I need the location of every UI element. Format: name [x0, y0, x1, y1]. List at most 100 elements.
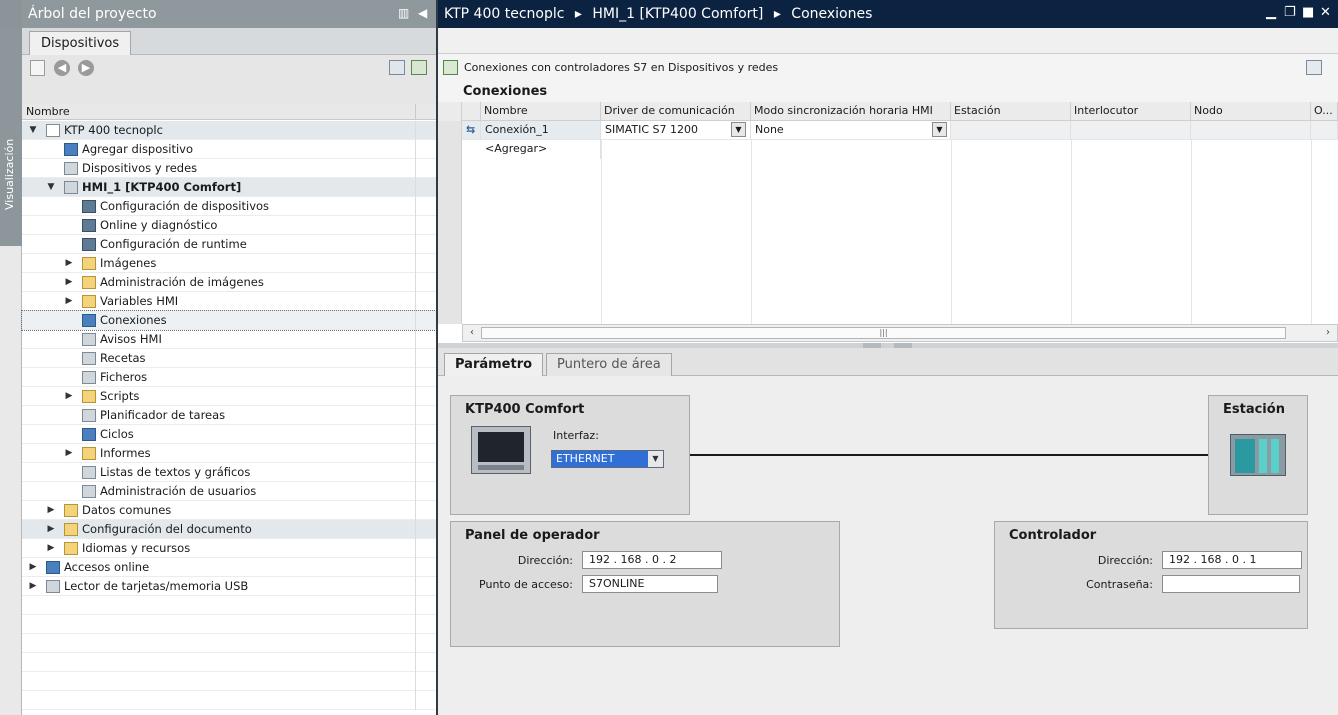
collapse-triangle-icon[interactable]: ▶ [46, 539, 56, 557]
tree-item[interactable]: ▶ Lector de tarjetas/memoria USB [22, 577, 436, 596]
expand-triangle-icon[interactable]: ▼ [46, 178, 56, 196]
restore-icon[interactable]: ❐ [1284, 5, 1296, 20]
tree-item[interactable]: ▶ Scripts [22, 387, 436, 406]
tree-item[interactable]: ▶ Informes [22, 444, 436, 463]
tree-item[interactable]: Configuración de dispositivos [22, 197, 436, 216]
operator-address-label: Dirección: [517, 554, 573, 567]
tree-item[interactable]: Ficheros [22, 368, 436, 387]
connection-icon: ⇆ [462, 121, 481, 140]
tree-item[interactable]: ▶ Variables HMI [22, 292, 436, 311]
collapse-triangle-icon[interactable]: ▶ [64, 444, 74, 462]
expand-triangle-icon[interactable]: ▼ [28, 121, 38, 139]
folder-icon [82, 257, 96, 270]
tree-item[interactable]: Administración de usuarios [22, 482, 436, 501]
scroll-thumb[interactable]: ||| [481, 327, 1286, 339]
export-icon[interactable] [411, 60, 427, 75]
collapse-triangle-icon[interactable]: ▶ [28, 558, 38, 576]
table-view-icon[interactable] [389, 60, 405, 75]
close-icon[interactable]: ✕ [1320, 5, 1331, 20]
scroll-left-icon[interactable]: ‹ [464, 326, 480, 340]
col-driver[interactable]: Driver de comunicación [601, 102, 751, 121]
col-nombre[interactable]: Nombre [481, 102, 601, 121]
collapse-triangle-icon[interactable]: ▶ [46, 520, 56, 538]
row-conexion-1-nombre[interactable]: Conexión_1 [481, 121, 601, 140]
password-input[interactable] [1162, 575, 1300, 593]
collapse-triangle-icon[interactable]: ▶ [28, 577, 38, 595]
add-device-icon [64, 143, 78, 156]
tree-item[interactable]: Recetas [22, 349, 436, 368]
modo-dropdown-icon[interactable]: ▼ [932, 122, 947, 137]
breadcrumb-hmi[interactable]: HMI_1 [KTP400 Comfort] [592, 6, 763, 22]
driver-value: SIMATIC S7 1200 [605, 123, 699, 136]
col-other[interactable]: O... [1311, 102, 1338, 121]
tree-item-label: Idiomas y recursos [82, 541, 191, 555]
hmi-device-title: KTP400 Comfort [465, 402, 585, 417]
maximize-icon[interactable]: ■ [1302, 5, 1314, 20]
section-title: Conexiones [463, 84, 548, 99]
tree-item[interactable]: Online y diagnóstico [22, 216, 436, 235]
tree-item[interactable]: Conexiones [21, 310, 437, 331]
tree-item[interactable]: ▶ Idiomas y recursos [22, 539, 436, 558]
back-icon[interactable]: ◀ [54, 60, 70, 76]
new-item-icon[interactable] [30, 60, 45, 76]
tree-item[interactable]: Ciclos [22, 425, 436, 444]
tree-item[interactable]: Dispositivos y redes [22, 159, 436, 178]
panel-options-icon[interactable] [1306, 60, 1322, 75]
tree-item[interactable]: ▶ Datos comunes [22, 501, 436, 520]
toolbar-description: Conexiones con controladores S7 en Dispo… [464, 61, 779, 74]
tree-item[interactable]: ▶ Administración de imágenes [22, 273, 436, 292]
tree-item[interactable]: ▼ KTP 400 tecnoplc [22, 121, 436, 140]
collapse-triangle-icon[interactable]: ▶ [64, 292, 74, 310]
breadcrumb-project[interactable]: KTP 400 tecnoplc [444, 6, 564, 22]
side-tab-visualizacion[interactable]: Visualización [0, 28, 22, 246]
tree-item[interactable]: ▼ HMI_1 [KTP400 Comfort] [22, 178, 436, 197]
interface-select[interactable]: ETHERNET ▼ [551, 450, 664, 468]
driver-dropdown-icon[interactable]: ▼ [731, 122, 746, 137]
access-point-input[interactable]: S7ONLINE [582, 575, 718, 593]
tree-item[interactable]: Avisos HMI [22, 330, 436, 349]
tree-item[interactable]: Listas de textos y gráficos [22, 463, 436, 482]
tree-item-label: Imágenes [100, 256, 157, 270]
collapse-triangle-icon[interactable]: ▶ [46, 501, 56, 519]
operator-panel-box: Panel de operador Dirección: 192 . 168 .… [450, 521, 840, 647]
tree-item[interactable]: Planificador de tareas [22, 406, 436, 425]
collapse-triangle-icon[interactable]: ▶ [64, 387, 74, 405]
tree-item[interactable]: ▶ Configuración del documento [22, 520, 436, 539]
tree-item[interactable]: ▶ Imágenes [22, 254, 436, 273]
col-interlocutor[interactable]: Interlocutor [1071, 102, 1191, 121]
breadcrumb-conexiones[interactable]: Conexiones [791, 6, 872, 22]
tab-puntero-de-area[interactable]: Puntero de área [546, 353, 672, 376]
tab-parametro[interactable]: Parámetro [444, 353, 544, 376]
row-conexion-1-driver[interactable]: SIMATIC S7 1200 ▼ [601, 121, 751, 140]
scroll-right-icon[interactable]: › [1320, 326, 1336, 340]
row-conexion-1-modo[interactable]: None ▼ [751, 121, 951, 140]
col-estacion[interactable]: Estación [951, 102, 1071, 121]
forward-icon[interactable]: ▶ [78, 60, 94, 76]
tree-item-label: Listas de textos y gráficos [100, 465, 251, 479]
folder-icon [82, 276, 96, 289]
collapse-triangle-icon[interactable]: ▶ [64, 254, 74, 272]
operator-address-input[interactable]: 192 . 168 . 0 . 2 [582, 551, 722, 569]
col-nodo[interactable]: Nodo [1191, 102, 1311, 121]
collapse-panel-icon[interactable]: ◀ [418, 6, 427, 20]
tree-item-label: Scripts [100, 389, 140, 403]
tree-item[interactable]: Configuración de runtime [22, 235, 436, 254]
tree-item[interactable]: ▶ Accesos online [22, 558, 436, 577]
devices-networks-icon[interactable] [443, 60, 458, 75]
tree-item[interactable]: Agregar dispositivo [22, 140, 436, 159]
add-connection-row[interactable]: <Agregar> [481, 140, 601, 159]
col-modo-sincronizacion[interactable]: Modo sincronización horaria HMI [751, 102, 951, 121]
device-config-icon [82, 200, 96, 213]
tab-dispositivos[interactable]: Dispositivos [29, 31, 132, 56]
station-title: Estación [1223, 402, 1285, 417]
project-tree-subbar [22, 82, 436, 104]
runtime-icon [82, 238, 96, 251]
split-view-icon[interactable]: ▥ [398, 6, 409, 20]
controller-address-input[interactable]: 192 . 168 . 0 . 1 [1162, 551, 1302, 569]
horizontal-scrollbar[interactable]: ‹ ||| › [462, 324, 1338, 342]
interface-dropdown-icon[interactable]: ▼ [648, 451, 663, 467]
minimize-icon[interactable]: ▁ [1266, 5, 1276, 20]
password-label: Contraseña: [1086, 578, 1153, 591]
collapse-triangle-icon[interactable]: ▶ [64, 273, 74, 291]
tree-item-label: Ficheros [100, 370, 148, 384]
